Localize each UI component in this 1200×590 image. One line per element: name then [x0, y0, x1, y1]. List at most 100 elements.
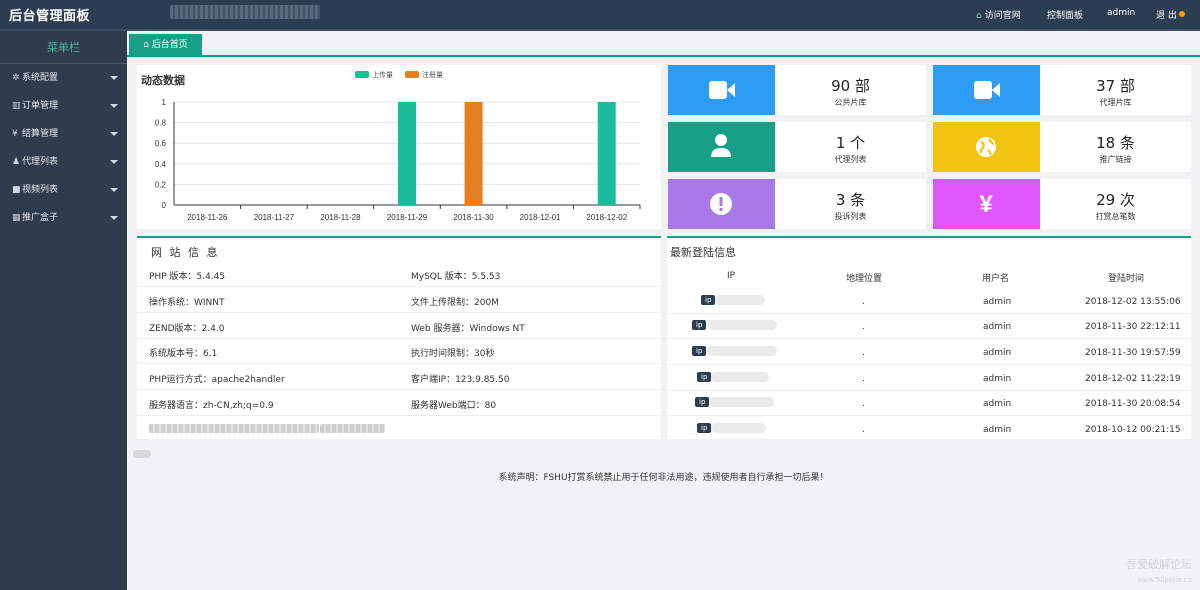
stat-agent-library[interactable]: 37 部 代理片库 — [1040, 65, 1191, 115]
redacted-ip — [707, 320, 777, 330]
stat-label: 公共片库 — [834, 98, 867, 107]
info-row: PHP 版本：5.4.45 MySQL 版本：5.5.53 — [137, 262, 661, 287]
watermark-url: www.52pojie.cn — [1136, 576, 1192, 584]
svg-text:¥: ¥ — [979, 191, 993, 218]
redacted-ip — [711, 423, 766, 433]
ip-badge: ip — [697, 372, 712, 382]
redacted-url — [170, 5, 320, 19]
x-tick-label: 2018-11-28 — [320, 213, 361, 222]
stat-icon-agent-list — [668, 122, 775, 172]
alert-icon — [710, 193, 732, 215]
stat-icon-tips: ¥ — [933, 179, 1040, 229]
user-icon — [711, 134, 731, 157]
control-panel-link[interactable]: 控制面板 — [1047, 8, 1083, 21]
info-row: PHP运行方式：apache2handler 客户端IP：123.9.85.50 — [137, 365, 661, 390]
table-row: ip . admin 2018-10-12 00:21:15 — [667, 417, 1191, 442]
stat-tips[interactable]: 29 次 打赏总笔数 — [1040, 179, 1191, 229]
watermark-text: 吾爱破解论坛 — [1126, 558, 1192, 571]
sidebar-item-orders[interactable]: ▥订单管理 — [0, 92, 127, 120]
info-row: ZEND版本：2.4.0 Web 服务器：Windows NT — [137, 314, 661, 339]
tab-bar: ⌂ 后台首页 — [127, 33, 1200, 57]
sidebar-item-system-config[interactable]: ✲ 系统配置 — [0, 64, 127, 92]
info-row: 系统版本号：6.1 执行时间限制：30秒 — [137, 339, 661, 364]
info-row: 服务器语言：zh-CN,zh;q=0.9 服务器Web端口：80 — [137, 391, 661, 416]
table-row: ip . admin 2018-11-30 22:12:11 — [667, 314, 1191, 339]
table-row: ip . admin 2018-12-02 11:22:19 — [667, 366, 1191, 391]
stat-label: 投诉列表 — [834, 212, 867, 221]
caret-down-icon — [110, 160, 118, 164]
stat-icon-agent-library — [933, 65, 1040, 115]
redacted-ip — [711, 372, 769, 382]
horizontal-scrollbar[interactable] — [133, 450, 151, 458]
chart-panel: 动态数据 上传量 注册量 0 0.2 0.4 0.6 0.8 1 2018-11-26 201… — [137, 65, 661, 229]
stat-public-library[interactable]: 90 部 公共片库 — [775, 65, 926, 115]
site-info-panel: 网 站 信 息 PHP 版本：5.4.45 MySQL 版本：5.5.53 操作… — [137, 236, 661, 439]
stat-value: 1 个 — [835, 134, 866, 152]
sidebar-item-videos[interactable]: ■视频列表 — [0, 176, 127, 204]
stat-label: 代理列表 — [834, 155, 867, 164]
ip-badge: ip — [701, 295, 716, 305]
logout-link[interactable]: 退 出 — [1156, 8, 1185, 21]
y-tick-label: 0.2 — [155, 180, 167, 189]
stat-icon-public-library — [668, 65, 775, 115]
sidebar-item-promo-box[interactable]: ▦推广盒子 — [0, 204, 127, 232]
x-tick-label: 2018-11-29 — [387, 213, 428, 222]
yen-icon: ¥ — [12, 129, 18, 139]
caret-down-icon — [110, 76, 118, 80]
x-tick-label: 2018-11-30 — [453, 213, 494, 222]
y-tick-label: 0 — [162, 201, 167, 210]
stat-value: 29 次 — [1096, 191, 1135, 209]
stat-label: 代理片库 — [1099, 98, 1132, 107]
redacted-ip — [709, 397, 774, 407]
redacted-text — [320, 424, 385, 433]
stat-label: 推广链接 — [1099, 155, 1132, 164]
ip-badge: ip — [695, 397, 710, 407]
stat-complaints[interactable]: 3 条 投诉列表 — [775, 179, 926, 229]
ip-badge: ip — [692, 320, 707, 330]
y-tick-label: 0.4 — [155, 160, 167, 169]
table-row: ip . admin 2018-11-30 19:57:59 — [667, 340, 1191, 365]
x-tick-label: 2018-12-01 — [520, 213, 561, 222]
video-icon: ■ — [12, 185, 21, 195]
sidebar-item-settlement[interactable]: ¥ 结算管理 — [0, 120, 127, 148]
stat-promo-links[interactable]: 18 条 推广链接 — [1040, 122, 1191, 172]
top-header: 后台管理面板 ⌂ 访问官网 控制面板 admin 退 出 — [0, 0, 1200, 31]
video-camera-icon — [709, 81, 735, 99]
x-tick-label: 2018-11-27 — [254, 213, 295, 222]
x-tick-label: 2018-12-02 — [586, 213, 627, 222]
ip-badge: ip — [697, 423, 712, 433]
user-icon: ♟ — [12, 157, 21, 167]
stat-icon-complaints — [668, 179, 775, 229]
bar — [398, 102, 416, 205]
stat-label: 打赏总笔数 — [1095, 212, 1136, 221]
caret-down-icon — [110, 188, 118, 192]
y-tick-label: 1 — [162, 98, 167, 107]
login-info-title: 最新登陆信息 — [670, 246, 736, 259]
bar-chart-icon: ▥ — [12, 101, 21, 111]
tab-home[interactable]: ⌂ 后台首页 — [129, 34, 202, 56]
col-header-ip: IP — [727, 271, 736, 281]
bar — [464, 102, 483, 205]
caret-down-icon — [110, 132, 118, 136]
table-row: ip . admin 2018-12-02 13:55:06 — [667, 289, 1191, 314]
caret-down-icon — [110, 216, 118, 220]
site-info-title: 网 站 信 息 — [151, 246, 220, 259]
redacted-ip — [715, 295, 765, 305]
bar — [597, 102, 616, 205]
stat-agent-list[interactable]: 1 个 代理列表 — [775, 122, 926, 172]
stat-value: 18 条 — [1096, 134, 1135, 152]
sidebar-item-agents[interactable]: ♟ 代理列表 — [0, 148, 127, 176]
stat-value: 37 部 — [1096, 77, 1135, 95]
sidebar-title: 菜单栏 — [0, 31, 127, 64]
video-camera-icon — [974, 81, 1000, 99]
caret-down-icon — [110, 104, 118, 108]
y-tick-label: 0.6 — [155, 139, 167, 148]
admin-user-link[interactable]: admin — [1107, 8, 1135, 18]
visit-site-link[interactable]: ⌂ 访问官网 — [976, 8, 1021, 21]
globe-icon — [976, 137, 996, 157]
home-icon: ⌂ — [976, 11, 982, 21]
sidebar: 菜单栏 ✲ 系统配置 ▥订单管理 ¥ 结算管理 ♟ 代理列表 ■视频列表 ▦推广盒子 — [0, 31, 127, 590]
table-row: ip . admin 2018-11-30 20:08:54 — [667, 391, 1191, 416]
home-icon: ⌂ — [143, 40, 152, 50]
yen-icon: ¥ — [979, 191, 993, 218]
